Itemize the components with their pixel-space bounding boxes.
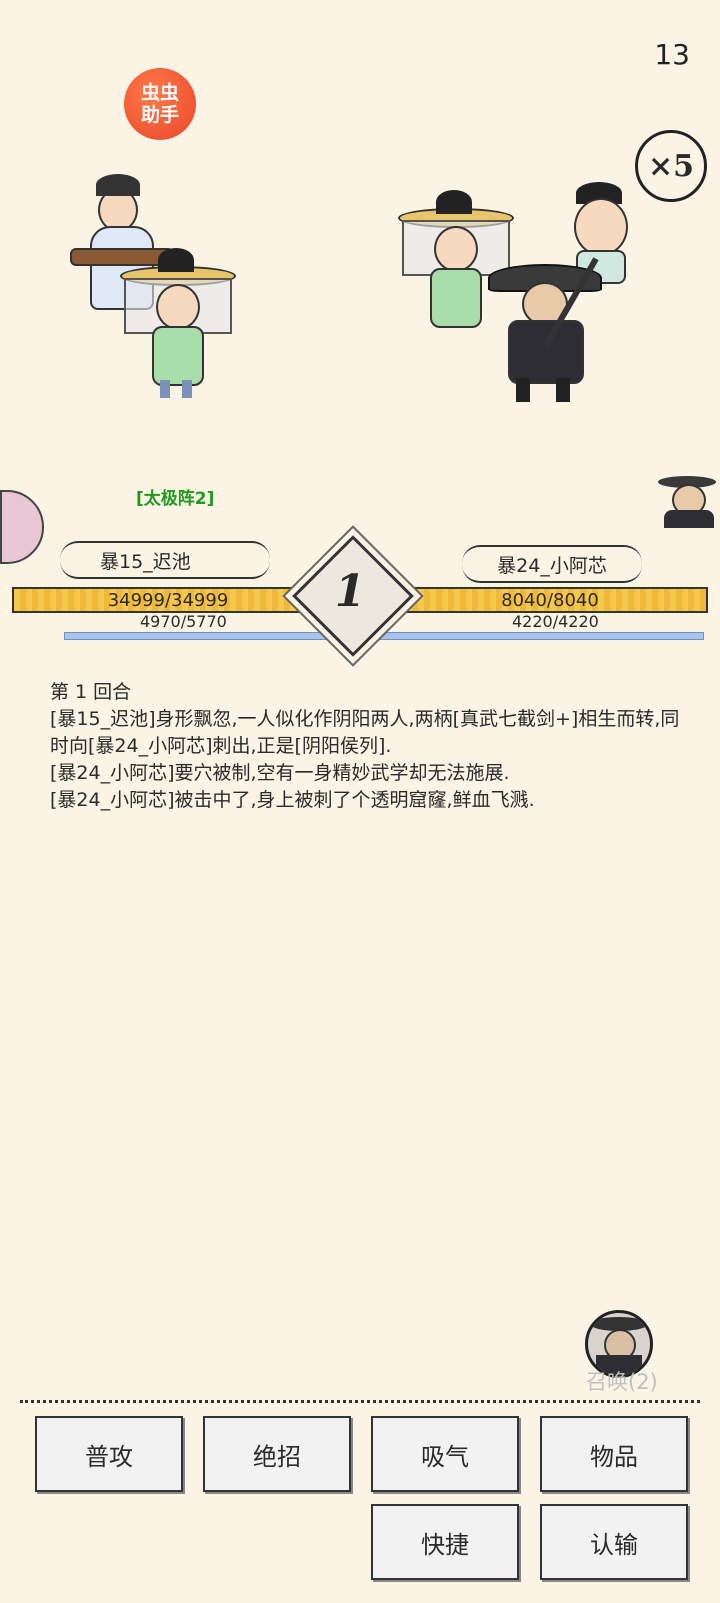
enemy-character-swordsman bbox=[478, 252, 618, 407]
helper-badge-text: 虫虫 助手 bbox=[140, 82, 179, 126]
ally-mp-bar bbox=[64, 632, 366, 640]
quick-button[interactable]: 快捷 bbox=[371, 1504, 519, 1580]
round-number: 1 bbox=[334, 566, 366, 617]
ultimate-button[interactable]: 绝招 bbox=[203, 1416, 351, 1492]
formation-label: [太极阵2] bbox=[136, 489, 215, 509]
breathe-button[interactable]: 吸气 bbox=[371, 1416, 519, 1492]
ally-name-plate: 暴15_迟池 bbox=[60, 541, 270, 579]
items-button[interactable]: 物品 bbox=[540, 1416, 688, 1492]
enemy-mp-text: 4220/4220 bbox=[512, 612, 599, 631]
log-line: [暴24_小阿芯]被击中了,身上被刺了个透明窟窿,鲜血飞溅. bbox=[50, 789, 535, 811]
log-line: [暴24_小阿芯]要穴被制,空有一身精妙武学却无法施展. bbox=[50, 762, 510, 784]
ally-name: 暴15_迟池 bbox=[100, 550, 191, 573]
enemy-name: 暴24_小阿芯 bbox=[497, 554, 607, 577]
turn-timer: 13 bbox=[654, 38, 690, 71]
ally-hp-text: 34999/34999 bbox=[107, 589, 229, 611]
surrender-button[interactable]: 认输 bbox=[540, 1504, 688, 1580]
attack-button[interactable]: 普攻 bbox=[35, 1416, 183, 1492]
speed-multiplier-button[interactable]: ×5 bbox=[635, 130, 707, 202]
action-divider bbox=[20, 1400, 700, 1403]
helper-app-icon[interactable]: 虫虫 助手 bbox=[124, 68, 196, 140]
enemy-team-emblem-icon bbox=[650, 470, 720, 530]
ally-mp-text: 4970/5770 bbox=[140, 612, 227, 631]
enemy-hp-text: 8040/8040 bbox=[501, 589, 599, 611]
battle-log: 第 1 回合 [暴15_迟池]身形飘忽,一人似化作阴阳两人,两柄[真武七截剑+]… bbox=[50, 679, 690, 814]
enemy-hp-bar: 8040/8040 bbox=[392, 587, 708, 613]
enemy-name-plate: 暴24_小阿芯 bbox=[462, 545, 642, 583]
ally-team-emblem-icon bbox=[0, 490, 44, 564]
log-line: [暴15_迟池]身形飘忽,一人似化作阴阳两人,两柄[真武七截剑+]相生而转,同时… bbox=[50, 708, 680, 757]
summon-label[interactable]: 召唤(2) bbox=[586, 1366, 658, 1396]
round-title: 第 1 回合 bbox=[50, 681, 132, 703]
ally-hp-bar: 34999/34999 bbox=[12, 587, 324, 613]
speed-label: ×5 bbox=[647, 148, 694, 184]
ally-character-veiled-girl bbox=[120, 248, 236, 400]
enemy-mp-bar bbox=[370, 632, 704, 640]
